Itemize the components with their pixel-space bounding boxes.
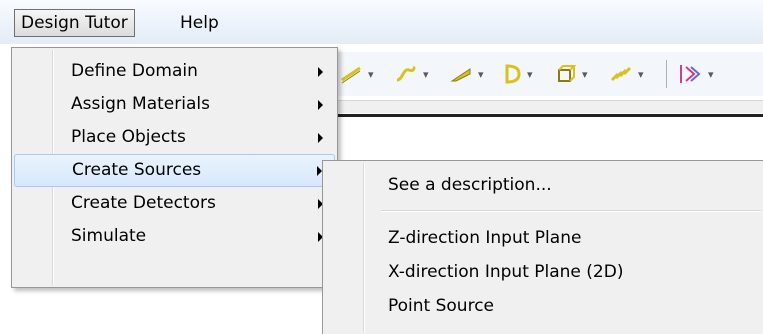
- menu-item-label: X-direction Input Plane (2D): [388, 262, 624, 282]
- dropdown-arrow-icon[interactable]: ▾: [582, 68, 588, 81]
- menu-item-label: Create Detectors: [71, 193, 216, 213]
- wedge-tool-button[interactable]: ▾: [450, 62, 484, 86]
- menu-item-simulate[interactable]: Simulate: [14, 220, 335, 253]
- menu-item-place-objects[interactable]: Place Objects: [14, 121, 335, 154]
- menu-separator: [381, 210, 761, 212]
- dropdown-arrow-icon[interactable]: ▾: [423, 68, 429, 81]
- line-tool-button[interactable]: ▾: [340, 62, 374, 86]
- menu-item-define-domain[interactable]: Define Domain: [14, 55, 335, 88]
- dropdown-arrow-icon[interactable]: ▾: [708, 68, 714, 81]
- menu-item-assign-materials[interactable]: Assign Materials: [14, 88, 335, 121]
- canvas-border: [320, 114, 763, 117]
- curve-tool-button[interactable]: ▾: [395, 62, 429, 86]
- submenu-arrow-icon: [318, 67, 323, 77]
- submenu-item-point-source[interactable]: Point Source: [325, 290, 761, 323]
- box-tool-button[interactable]: ▾: [556, 62, 588, 86]
- menu-item-label: Z-direction Input Plane: [388, 228, 582, 248]
- dropdown-arrow-icon[interactable]: ▾: [638, 68, 644, 81]
- d-shape-tool-button[interactable]: ▾: [503, 62, 533, 86]
- submenu-item-x-direction-input-plane[interactable]: X-direction Input Plane (2D): [325, 256, 761, 289]
- menu-item-create-detectors[interactable]: Create Detectors: [14, 187, 335, 220]
- ruler: [320, 100, 763, 113]
- toolbar-separator: [666, 60, 667, 88]
- submenu-item-z-direction-input-plane[interactable]: Z-direction Input Plane: [325, 222, 761, 255]
- fiber-tool-button[interactable]: ▾: [678, 62, 714, 86]
- menu-item-label: Simulate: [71, 226, 147, 246]
- menu-item-label: Create Sources: [72, 160, 202, 180]
- dropdown-arrow-icon[interactable]: ▾: [527, 68, 533, 81]
- menu-item-label: Define Domain: [71, 61, 198, 81]
- dropdown-arrow-icon[interactable]: ▾: [478, 68, 484, 81]
- chain-tool-icon: [610, 66, 632, 82]
- menu-item-create-sources[interactable]: Create Sources: [14, 154, 335, 187]
- wedge-tool-icon: [450, 68, 471, 82]
- menu-item-label: Place Objects: [71, 127, 186, 147]
- menu-bar: Design Tutor Help: [0, 0, 763, 44]
- dropdown-arrow-icon[interactable]: ▾: [368, 68, 374, 81]
- menu-item-label: Point Source: [388, 296, 495, 316]
- menu-help[interactable]: Help: [174, 9, 225, 37]
- curve-tool-icon: [396, 65, 416, 82]
- drawing-toolbar: ▾ ▾ ▾ ▾ ▾ ▾ ▾: [320, 52, 763, 96]
- d-shape-tool-icon: [505, 64, 521, 84]
- menu-item-label: See a description...: [388, 175, 552, 195]
- submenu-arrow-icon: [318, 133, 323, 143]
- create-sources-submenu: See a description... Z-direction Input P…: [322, 160, 763, 334]
- design-tutor-menu: Define Domain Assign Materials Place Obj…: [11, 47, 338, 288]
- menu-item-label: Assign Materials: [71, 94, 210, 114]
- submenu-item-see-description[interactable]: See a description...: [325, 169, 761, 202]
- line-tool-icon: [341, 66, 361, 84]
- box-tool-icon: [558, 65, 576, 82]
- submenu-arrow-icon: [318, 100, 323, 110]
- menu-design-tutor[interactable]: Design Tutor: [14, 9, 135, 37]
- fiber-tool-icon: [680, 65, 701, 83]
- chain-tool-button[interactable]: ▾: [610, 62, 644, 86]
